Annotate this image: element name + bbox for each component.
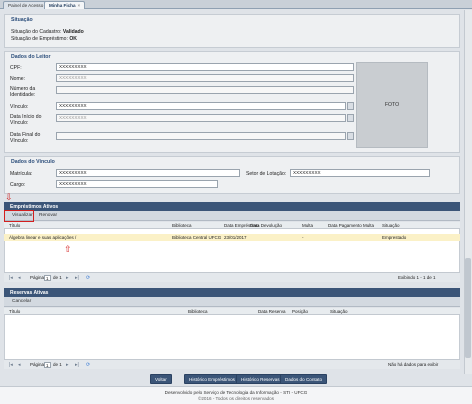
pager-next-icon[interactable]: ▸ bbox=[66, 362, 69, 368]
identidade-field[interactable] bbox=[56, 86, 354, 94]
reservas-grid-body bbox=[4, 315, 460, 359]
situacao-cadastro: Situação do Cadastro: Validado bbox=[11, 29, 84, 35]
data-inicio-label: Data Início do Vínculo: bbox=[10, 114, 42, 126]
reservas-header: Reservas Ativas bbox=[4, 288, 460, 297]
foto-label: FOTO bbox=[384, 102, 400, 108]
cell-situacao: Emprestado bbox=[382, 235, 407, 240]
table-row[interactable]: Álgebra linear e suas aplicações / Bibli… bbox=[4, 234, 460, 241]
col-posicao[interactable]: Posição bbox=[292, 309, 308, 314]
emprestimos-pager: |◂ ◂ Página 1 de 1 ▸ ▸| ⟳ Exibindo 1 - 1… bbox=[4, 272, 460, 282]
lookup-icon[interactable] bbox=[347, 132, 354, 140]
renovar-button[interactable]: Renovar bbox=[36, 212, 60, 220]
matricula-field[interactable]: XXXXXXXXX bbox=[56, 169, 240, 177]
tab-bar: Painel de Acesso Minha Ficha × bbox=[0, 0, 472, 9]
page-input[interactable]: 1 bbox=[44, 362, 51, 368]
reservas-toolbar: Cancelar bbox=[4, 297, 460, 307]
vinculo-field[interactable]: XXXXXXXXX bbox=[56, 102, 346, 110]
cpf-field[interactable]: XXXXXXXXX bbox=[56, 63, 354, 71]
footer-copyright: ©2016 - Todos os direitos reservados bbox=[197, 396, 275, 401]
annotation-highlight-box bbox=[4, 210, 34, 222]
col-situacao[interactable]: Situação bbox=[382, 223, 400, 228]
setor-field[interactable]: XXXXXXXXX bbox=[290, 169, 430, 177]
pager-pagina-label: Página bbox=[30, 362, 45, 367]
dados-contato-button[interactable]: Dados do Contato bbox=[280, 374, 328, 384]
col-data-reserva[interactable]: Data Reserva bbox=[258, 309, 286, 314]
pager-first-icon[interactable]: |◂ bbox=[9, 362, 13, 368]
situacao-title: Situação bbox=[11, 17, 33, 23]
identidade-label: Número da Identidade: bbox=[10, 86, 36, 98]
arrow-annotation-icon: ⇩ bbox=[5, 192, 13, 202]
page-input[interactable]: 1 bbox=[44, 275, 51, 281]
voltar-button[interactable]: Voltar bbox=[150, 374, 172, 384]
col-titulo[interactable]: Título bbox=[9, 309, 20, 314]
col-titulo[interactable]: Título bbox=[9, 223, 20, 228]
emprestimos-header: Empréstimos Ativos bbox=[4, 202, 460, 211]
arrow-annotation-icon: ⇧ bbox=[64, 244, 72, 254]
reservas-pager: |◂ ◂ Página 1 de 1 ▸ ▸| ⟳ Não há dados p… bbox=[4, 359, 460, 369]
col-data-devolucao[interactable]: Data Devolução bbox=[250, 223, 282, 228]
foto-placeholder: FOTO bbox=[356, 62, 428, 148]
vinculo-label: Vínculo: bbox=[10, 104, 29, 110]
data-final-field[interactable] bbox=[56, 132, 346, 140]
pager-pagina-label: Página bbox=[30, 275, 45, 280]
footer: Desenvolvido pelo Serviço de Tecnologia … bbox=[0, 386, 472, 404]
nome-field[interactable]: XXXXXXXXX bbox=[56, 74, 354, 82]
pager-prev-icon[interactable]: ◂ bbox=[18, 362, 21, 368]
data-final-label: Data Final do Vínculo: bbox=[10, 132, 41, 144]
setor-label: Setor de Lotação: bbox=[246, 171, 287, 177]
lookup-icon[interactable] bbox=[347, 114, 354, 122]
vinculo-title: Dados do Vínculo bbox=[11, 159, 55, 165]
situacao-panel: Situação Situação do Cadastro: Validado … bbox=[4, 14, 460, 48]
tab-painel-acesso[interactable]: Painel de Acesso bbox=[3, 1, 49, 9]
cadastro-value: Validado bbox=[62, 29, 84, 35]
matricula-label: Matrícula: bbox=[10, 171, 33, 177]
close-icon[interactable]: × bbox=[78, 3, 81, 8]
emprestimo-label: Situação de Empréstimo: bbox=[11, 36, 68, 42]
situacao-emprestimo: Situação de Empréstimo: OK bbox=[11, 36, 77, 42]
cancelar-button[interactable]: Cancelar bbox=[9, 298, 34, 306]
scrollbar-thumb[interactable] bbox=[465, 258, 471, 358]
col-biblioteca[interactable]: Biblioteca bbox=[188, 309, 208, 314]
historico-reservas-button[interactable]: Histórico Reservas bbox=[236, 374, 285, 384]
col-multa[interactable]: Multa bbox=[302, 223, 313, 228]
cell-titulo: Álgebra linear e suas aplicações / bbox=[9, 235, 77, 240]
data-inicio-field[interactable]: XXXXXXXXX bbox=[56, 114, 346, 122]
reservas-column-header: Título Biblioteca Data Reserva Posição S… bbox=[4, 308, 460, 315]
emprestimo-value: OK bbox=[69, 36, 77, 42]
leitor-title: Dados do Leitor bbox=[11, 54, 51, 60]
cargo-label: Cargo: bbox=[10, 182, 26, 188]
emprestimos-toolbar: Visualizar Renovar bbox=[4, 211, 460, 221]
refresh-icon[interactable]: ⟳ bbox=[86, 362, 90, 368]
lookup-icon[interactable] bbox=[347, 102, 354, 110]
tab-label: Painel de Acesso bbox=[8, 3, 44, 8]
pager-de-label: de 1 bbox=[53, 362, 62, 367]
footer-credit: Desenvolvido pelo Serviço de Tecnologia … bbox=[164, 390, 308, 395]
cpf-label: CPF: bbox=[10, 65, 22, 71]
page-value: 1 bbox=[46, 363, 49, 368]
pager-de-label: de 1 bbox=[53, 275, 62, 280]
cell-biblioteca: Biblioteca Central UFCG bbox=[172, 235, 222, 240]
reservas-title: Reservas Ativas bbox=[10, 290, 49, 296]
cell-multa: - bbox=[302, 235, 304, 240]
pager-prev-icon[interactable]: ◂ bbox=[18, 275, 21, 281]
cell-data-emprestimo: 23/01/2017 bbox=[224, 235, 247, 240]
cadastro-label: Situação do Cadastro: bbox=[11, 29, 62, 35]
page-value: 1 bbox=[46, 276, 49, 281]
cargo-field[interactable]: XXXXXXXXX bbox=[56, 180, 218, 188]
pager-exibindo: Exibindo 1 - 1 de 1 bbox=[398, 275, 436, 280]
historico-emprestimos-button[interactable]: Histórico Empréstimos bbox=[184, 374, 240, 384]
pager-first-icon[interactable]: |◂ bbox=[9, 275, 13, 281]
pager-last-icon[interactable]: ▸| bbox=[75, 362, 79, 368]
col-situacao[interactable]: Situação bbox=[330, 309, 348, 314]
pager-next-icon[interactable]: ▸ bbox=[66, 275, 69, 281]
refresh-icon[interactable]: ⟳ bbox=[86, 275, 90, 281]
tab-minha-ficha[interactable]: Minha Ficha × bbox=[44, 1, 86, 9]
pager-last-icon[interactable]: ▸| bbox=[75, 275, 79, 281]
col-data-pagamento[interactable]: Data Pagamento Multa bbox=[328, 223, 374, 228]
tab-label: Minha Ficha bbox=[49, 3, 76, 8]
pager-nodata: Não há dados para exibir bbox=[388, 362, 439, 367]
emprestimos-column-header: Título Biblioteca Data Empréstimo Data D… bbox=[4, 222, 460, 229]
nome-label: Nome: bbox=[10, 76, 26, 82]
col-biblioteca[interactable]: Biblioteca bbox=[172, 223, 192, 228]
